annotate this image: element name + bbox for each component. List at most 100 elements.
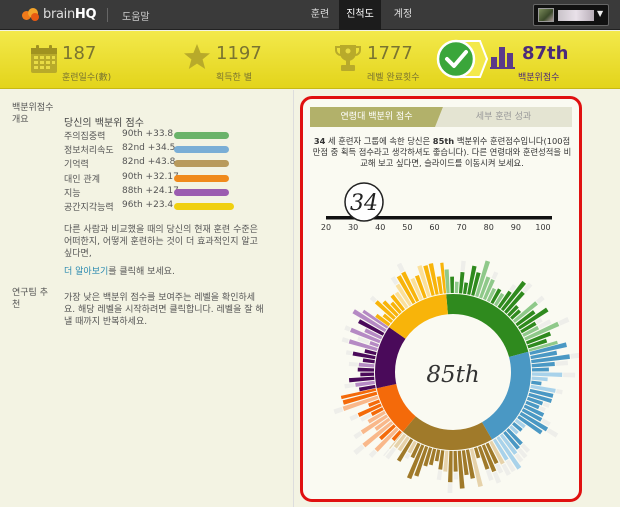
sunburst-segment — [362, 421, 394, 448]
sunburst-segment — [358, 362, 375, 368]
top-navigation-bar: brainHQ 도움말 훈련 진척도 계정 ▼ — [0, 0, 620, 30]
sunburst-segment — [344, 383, 355, 389]
nav-tab-account[interactable]: 계정 — [388, 0, 418, 30]
sunburst-segment — [531, 372, 563, 377]
stat-value: 1197 — [216, 43, 262, 64]
stat-label: 레벨 완료횟수 — [367, 73, 420, 83]
sunburst-segment — [448, 450, 453, 483]
sunburst-segment — [563, 372, 576, 378]
nav-divider — [107, 8, 108, 22]
sunburst-segment — [539, 406, 546, 412]
sunburst-segment — [535, 295, 545, 305]
help-link[interactable]: 도움말 — [122, 8, 150, 23]
sunburst-segment — [341, 337, 349, 344]
stat-stars[interactable]: 1197 획득한 별 — [183, 31, 283, 89]
sunburst-segment — [369, 295, 377, 303]
sunburst-segment — [353, 431, 363, 440]
sunburst-segment — [491, 271, 499, 280]
slider-tick-label: 50 — [402, 223, 412, 232]
sunburst-segment — [447, 483, 453, 493]
metric-percentile: 88th +24.17 — [122, 185, 179, 196]
sunburst-segment — [385, 446, 397, 460]
brainhq-logo[interactable]: brainHQ — [22, 7, 97, 22]
sunburst-segment — [454, 281, 459, 294]
slider-tick-label: 70 — [457, 223, 467, 232]
sunburst-segment — [555, 388, 563, 395]
metric-name: 주의집중력 — [64, 132, 106, 142]
metric-name: 공간지각능력 — [64, 203, 114, 213]
nav-tab-progress[interactable]: 진척도 — [339, 0, 381, 30]
sunburst-segment — [555, 360, 569, 366]
stats-bar: 187 훈련일수(數) 1197 획득한 별 1777 레벨 완료횟수 87th… — [0, 31, 620, 89]
star-icon — [184, 44, 210, 69]
recommend-section-label: 연구팀 추천 — [12, 288, 48, 310]
sunburst-segment — [333, 406, 344, 415]
sunburst-segment — [436, 470, 443, 481]
metric-bar — [174, 132, 229, 139]
trophy-icon — [335, 45, 361, 71]
sunburst-segment — [531, 367, 549, 372]
slider-tick-label: 60 — [429, 223, 439, 232]
sunburst-segment — [345, 350, 353, 356]
sunburst-segment — [357, 367, 375, 372]
metric-percentile: 90th +32.17 — [122, 171, 179, 182]
sunburst-segment — [546, 428, 559, 438]
metric-bar — [174, 146, 229, 154]
sunburst-segment — [404, 452, 411, 460]
stat-levels-completed[interactable]: 1777 레벨 완료횟수 — [335, 31, 435, 89]
age-slider[interactable]: 20 30 40 50 60 70 80 90 100 34 — [321, 182, 552, 232]
center-percentile-label: 85th — [426, 362, 479, 388]
check-badge-icon — [436, 39, 488, 79]
stat-label: 백분위점수 — [518, 73, 560, 83]
stat-training-days[interactable]: 187 훈련일수(數) — [30, 31, 150, 89]
brain-logo-icon — [22, 7, 40, 22]
chevron-down-icon: ▼ — [597, 9, 604, 18]
metric-name: 대인 관계 — [64, 174, 100, 185]
sunburst-segment — [362, 358, 375, 364]
sunburst-segment — [531, 376, 548, 382]
nav-tab-training[interactable]: 훈련 — [305, 0, 335, 30]
slider-tick-label: 80 — [484, 223, 494, 232]
user-menu[interactable]: ▼ — [533, 4, 609, 26]
column-divider — [293, 90, 294, 507]
sunburst-segment — [453, 472, 459, 480]
slider-value: 34 — [350, 191, 378, 216]
metric-percentile: 82nd +34.5 — [122, 143, 176, 154]
sunburst-segment — [460, 260, 466, 272]
summary-section-label: 백분위점수 개요 — [12, 103, 54, 125]
avatar — [538, 8, 554, 22]
bar-chart-icon — [490, 47, 515, 69]
slider-tick-label: 100 — [535, 223, 550, 232]
learn-more-line: 더 알아보기를 클릭해 보세요. — [64, 267, 175, 277]
slider-tick-label: 20 — [321, 223, 331, 232]
brand-name: brainHQ — [43, 7, 97, 22]
slider-tick-label: 30 — [348, 223, 358, 232]
recommend-text: 가장 낮은 백분위 점수를 보여주는 레벨을 확인하세요. 해당 레벨을 시작하… — [64, 293, 264, 327]
stat-percentile[interactable]: 87th 백분위점수 — [490, 31, 590, 89]
metric-percentile: 82nd +43.8 — [122, 157, 176, 168]
sunburst-segment — [368, 449, 378, 458]
sunburst-segment — [344, 325, 351, 332]
sunburst-segment — [396, 262, 405, 273]
sunburst-segment — [453, 450, 458, 472]
sunburst-segment — [353, 444, 365, 455]
age-percentile-panel: 세부 훈련 성과 연령대 백분위 점수 34 세 훈련자 그룹에 속한 당신은 … — [300, 96, 582, 502]
slider-tick-label: 40 — [375, 223, 385, 232]
sunburst-segment — [349, 413, 359, 421]
stat-value: 87th — [522, 43, 569, 64]
metric-bar — [174, 160, 229, 168]
percentile-summary-column: 백분위점수 개요 당신의 백분위 점수 주의집중력 90th +33.8 정보처리속… — [0, 90, 292, 507]
learn-more-link[interactable]: 더 알아보기 — [64, 267, 108, 277]
metric-name: 기억력 — [64, 160, 89, 171]
metric-bar — [174, 174, 229, 182]
percentile-chart: 20 30 40 50 60 70 80 90 100 34 85th — [321, 182, 579, 493]
sunburst-segment — [542, 402, 550, 408]
sunburst-segment — [531, 380, 542, 386]
summary-title: 당신의 백분위 점수 — [64, 118, 144, 129]
metric-name: 지능 — [64, 188, 81, 199]
metric-bar — [174, 188, 229, 196]
sunburst-segment — [570, 352, 579, 359]
calendar-icon — [31, 45, 57, 73]
metric-percentile: 90th +33.8 — [122, 129, 174, 139]
username — [558, 10, 594, 21]
